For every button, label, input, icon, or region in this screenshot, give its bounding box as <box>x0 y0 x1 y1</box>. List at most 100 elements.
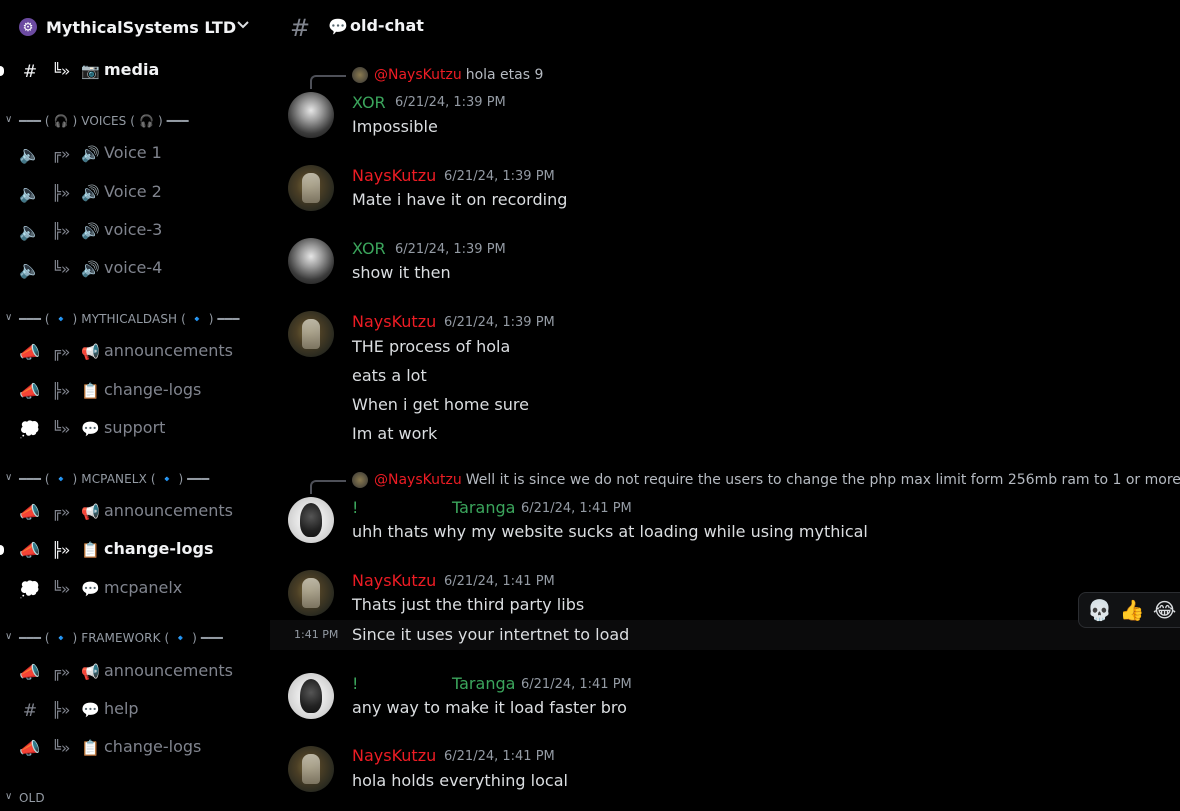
message-author[interactable]: ! Taranga <box>352 674 515 693</box>
channel-voice-4[interactable]: 🔈 ╚» 🔊 voice-4 <box>0 252 270 286</box>
laughing-reaction-button[interactable]: 😂 <box>1153 598 1176 622</box>
server-name: MythicalSystems LTD <box>46 17 237 37</box>
skull-reaction-button[interactable]: 💀 <box>1087 598 1112 622</box>
thread-icon: ╚» <box>51 420 71 438</box>
avatar[interactable] <box>288 497 334 543</box>
channel-change-logs[interactable]: 📣 ╠» 📋 change-logs <box>0 533 270 567</box>
voice-icon: 🔈 <box>19 184 41 204</box>
forum-icon: 💭 <box>19 420 41 440</box>
thread-icon: ╚» <box>51 260 71 278</box>
message-content: When i get home sure <box>352 395 529 414</box>
channel-label: announcements <box>104 501 233 520</box>
message-author[interactable]: ! Taranga <box>352 498 515 517</box>
channel-emoji: 🔊 <box>81 145 100 163</box>
forum-icon: 💭 <box>19 580 41 600</box>
server-header[interactable]: ⚙ MythicalSystems LTD <box>0 0 270 54</box>
avatar[interactable] <box>288 570 334 616</box>
message-author[interactable]: NaysKutzu <box>352 571 436 590</box>
hash-thread-icon: # <box>22 62 38 82</box>
avatar[interactable] <box>288 92 334 138</box>
category-mythicaldash[interactable]: ∨ ━━━ ( 🔹 ) MYTHICALDASH ( 🔹 ) ━━━ <box>0 310 270 330</box>
reply-preview[interactable]: @NaysKutzu hola etas 9 <box>310 65 544 89</box>
message-content: Thats just the third party libs <box>352 595 585 614</box>
message-timestamp: 6/21/24, 1:39 PM <box>444 169 555 184</box>
channel-sidebar: ⚙ MythicalSystems LTD # ╚» 📷 media ∨ ━━━… <box>0 0 270 811</box>
avatar[interactable] <box>288 238 334 284</box>
category-framework[interactable]: ∨ ━━━ ( 🔹 ) FRAMEWORK ( 🔹 ) ━━━ <box>0 629 270 649</box>
channel-emoji: 📢 <box>81 343 100 361</box>
category-old[interactable]: ∨ OLD <box>0 789 270 809</box>
channel-emoji: 📋 <box>81 739 100 757</box>
hash-icon: # <box>290 14 311 42</box>
avatar <box>352 472 368 488</box>
message-author[interactable]: NaysKutzu <box>352 746 436 765</box>
reply-author[interactable]: @NaysKutzu <box>374 67 462 83</box>
chevron-down-icon: ∨ <box>5 472 13 483</box>
channel-announcements[interactable]: 📣 ╔» 📢 announcements <box>0 495 270 529</box>
message-content: Impossible <box>352 117 438 136</box>
channel-emoji: 🔊 <box>81 184 100 202</box>
message-content: THE process of hola <box>352 337 511 356</box>
channel-emoji: 📋 <box>81 382 100 400</box>
channel-label: help <box>104 699 139 718</box>
reply-spine <box>310 480 346 494</box>
thread-icon: ╠» <box>51 701 71 719</box>
category-label: ━━━ ( 🔹 ) FRAMEWORK ( 🔹 ) ━━━ <box>19 631 223 645</box>
reply-preview[interactable]: @NaysKutzu Well it is since we do not re… <box>310 470 1180 494</box>
message-author[interactable]: NaysKutzu <box>352 312 436 331</box>
message-timestamp: 6/21/24, 1:41 PM <box>444 574 555 589</box>
megaphone-icon: 📣 <box>19 503 41 523</box>
message-content: show it then <box>352 263 451 282</box>
author-prefix: ! <box>352 498 359 517</box>
message-timestamp: 6/21/24, 1:41 PM <box>444 749 555 764</box>
channel-change-logs[interactable]: 📣 ╚» 📋 change-logs <box>0 731 270 765</box>
chevron-down-icon: ∨ <box>5 312 13 323</box>
channel-voice-1[interactable]: 🔈 ╔» 🔊 Voice 1 <box>0 137 270 171</box>
thread-icon: ╠» <box>51 222 71 240</box>
channel-announcements[interactable]: 📣 ╔» 📢 announcements <box>0 655 270 689</box>
message-content: Since it uses your intertnet to load <box>352 625 630 644</box>
channel-change-logs[interactable]: 📣 ╠» 📋 change-logs <box>0 374 270 408</box>
reply-text: hola etas 9 <box>465 67 544 83</box>
channel-label: announcements <box>104 341 233 360</box>
category-voices[interactable]: ∨ ━━━ ( 🎧 ) VOICES ( 🎧 ) ━━━ <box>0 112 270 132</box>
hash-icon: # <box>22 701 38 721</box>
message-content: Mate i have it on recording <box>352 190 568 209</box>
message-timestamp: 6/21/24, 1:39 PM <box>395 242 506 257</box>
channel-label: voice-4 <box>104 258 163 277</box>
channel-emoji: 📢 <box>81 663 100 681</box>
chevron-down-icon: ∨ <box>5 114 13 125</box>
unread-indicator <box>0 66 4 76</box>
channel-label: support <box>104 418 166 437</box>
avatar[interactable] <box>288 746 334 792</box>
channel-voice-3[interactable]: 🔈 ╠» 🔊 voice-3 <box>0 214 270 248</box>
channel-label: voice-3 <box>104 220 163 239</box>
avatar[interactable] <box>288 673 334 719</box>
unread-indicator <box>0 545 4 555</box>
message-author[interactable]: XOR <box>352 93 386 112</box>
reply-author[interactable]: @NaysKutzu <box>374 472 462 488</box>
channel-mcpanelx[interactable]: 💭 ╚» 💬 mcpanelx <box>0 572 270 606</box>
avatar[interactable] <box>288 311 334 357</box>
channel-support[interactable]: 💭 ╚» 💬 support <box>0 412 270 446</box>
channel-help[interactable]: # ╠» 💬 help <box>0 693 270 727</box>
thumbs-up-reaction-button[interactable]: 👍 <box>1120 598 1145 622</box>
channel-label: media <box>104 60 160 79</box>
channel-label: change-logs <box>104 737 202 756</box>
quick-reaction-bar: 💀 👍 😂 <box>1078 592 1180 628</box>
category-label: ━━━ ( 🔹 ) MCPANELX ( 🔹 ) ━━━ <box>19 472 210 486</box>
channel-voice-2[interactable]: 🔈 ╠» 🔊 Voice 2 <box>0 176 270 210</box>
message-content: Im at work <box>352 424 438 443</box>
author-prefix: ! <box>352 674 359 693</box>
chevron-down-icon[interactable] <box>236 18 250 32</box>
message-author[interactable]: XOR <box>352 239 386 258</box>
message-content: hola holds everything local <box>352 771 568 790</box>
message-author[interactable]: NaysKutzu <box>352 166 436 185</box>
avatar[interactable] <box>288 165 334 211</box>
message-timestamp: 1:41 PM <box>294 628 339 641</box>
category-mcpanelx[interactable]: ∨ ━━━ ( 🔹 ) MCPANELX ( 🔹 ) ━━━ <box>0 470 270 490</box>
thread-icon: ╚» <box>51 580 71 598</box>
voice-icon: 🔈 <box>19 222 41 242</box>
channel-announcements[interactable]: 📣 ╔» 📢 announcements <box>0 335 270 369</box>
channel-media[interactable]: # ╚» 📷 media <box>0 54 270 88</box>
